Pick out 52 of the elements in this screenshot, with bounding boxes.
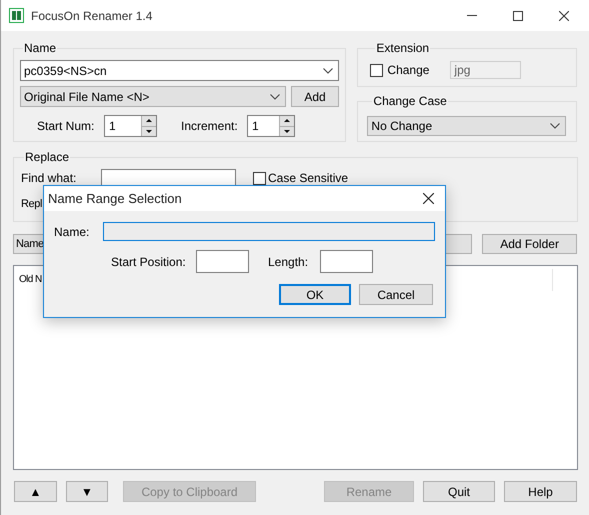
- column-header: Old N: [19, 273, 42, 287]
- number-field[interactable]: 1: [247, 115, 295, 137]
- name-label: Name:: [54, 224, 90, 240]
- down-button[interactable]: ▼: [66, 481, 108, 502]
- group-label: Extension: [375, 41, 430, 55]
- chevron-down-icon: [270, 94, 280, 100]
- group-label: Change Case: [372, 94, 448, 108]
- increment-label: Increment:: [181, 118, 239, 135]
- quit-button[interactable]: Quit: [423, 481, 495, 502]
- add-folder-button[interactable]: Add Folder: [482, 234, 577, 254]
- ok-button[interactable]: OK: [279, 284, 351, 305]
- window-title: FocusOn Renamer 1.4: [31, 8, 152, 24]
- length-field[interactable]: [320, 250, 373, 273]
- checkbox[interactable]: [253, 172, 266, 184]
- close-icon: [559, 10, 569, 20]
- cancel-button[interactable]: Cancel: [359, 284, 433, 305]
- chevron-down-icon: [550, 123, 560, 129]
- help-button[interactable]: Help: [504, 481, 577, 502]
- checkbox-label: Change: [387, 62, 430, 79]
- spin-down-button[interactable]: [142, 126, 156, 136]
- triangle-down-icon: [283, 128, 291, 134]
- number-text: 1: [108, 118, 117, 135]
- spin-down-button[interactable]: [280, 126, 294, 136]
- pattern-combo[interactable]: pc0359<NS>cn: [20, 60, 339, 81]
- spin-up-button[interactable]: [142, 116, 156, 126]
- name-field[interactable]: [103, 222, 435, 241]
- token-dropdown[interactable]: Original File Name <N>: [20, 86, 286, 107]
- app-icon: [9, 8, 24, 23]
- triangle-up-icon: [145, 118, 153, 124]
- add-button[interactable]: Add: [291, 86, 339, 107]
- spin-up-button[interactable]: [280, 116, 294, 126]
- dropdown-text: No Change: [371, 118, 432, 135]
- dialog-title: Name Range Selection: [48, 190, 182, 208]
- find-label: Find what:: [21, 170, 78, 187]
- chevron-down-icon: [323, 68, 333, 74]
- start-position-field[interactable]: [196, 250, 249, 273]
- number-text: 1: [251, 118, 260, 135]
- triangle-up-icon: [283, 118, 291, 124]
- maximize-icon: [513, 10, 523, 20]
- minimize-icon: [467, 15, 477, 16]
- number-field[interactable]: 1: [104, 115, 157, 137]
- checkbox-label: Case Sensitive: [268, 170, 348, 187]
- up-button[interactable]: ▲: [14, 481, 57, 502]
- group-label: Name: [23, 41, 58, 55]
- change-case-dropdown[interactable]: No Change: [367, 116, 566, 136]
- triangle-down-icon: [145, 128, 153, 134]
- close-icon: [422, 193, 434, 204]
- replace-label: Repl: [21, 198, 42, 210]
- pattern-text: pc0359<NS>cn: [24, 62, 107, 80]
- group-label: Replace: [24, 150, 70, 164]
- token-text: Original File Name <N>: [24, 88, 150, 106]
- start-num-label: Start Num:: [37, 118, 96, 135]
